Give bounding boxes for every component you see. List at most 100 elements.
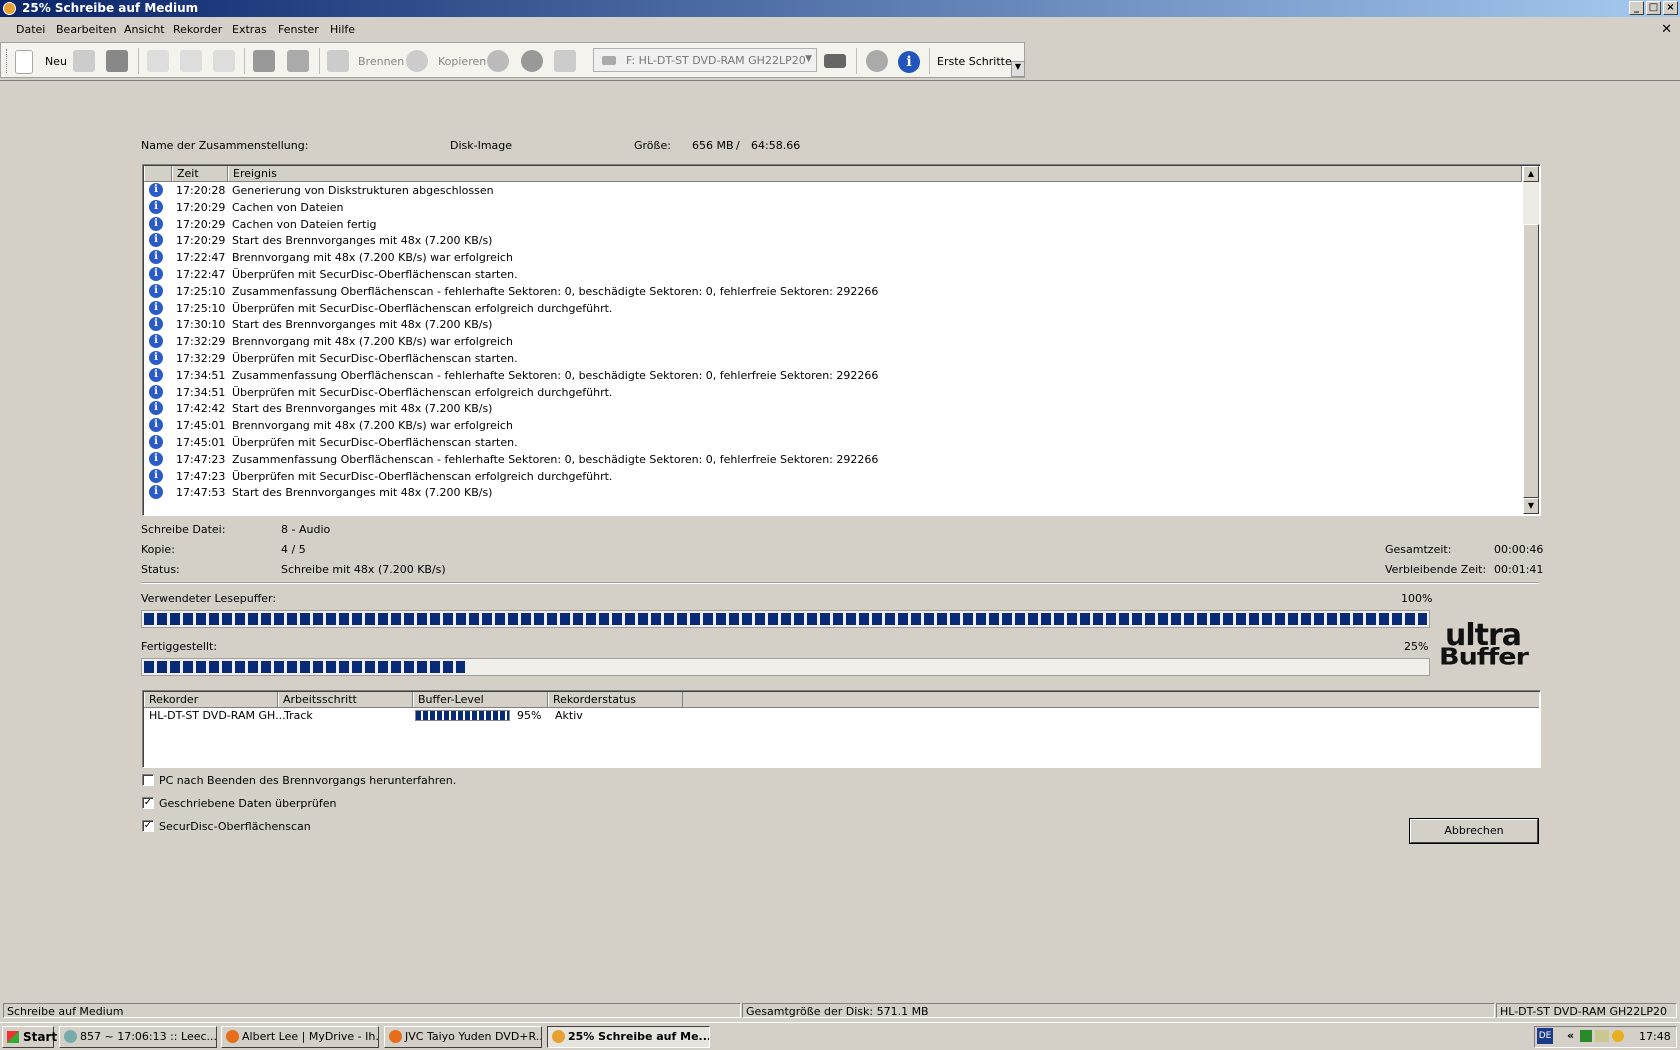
erase-icon[interactable] bbox=[554, 50, 576, 72]
buffer-level-column-header[interactable]: Buffer-Level bbox=[413, 692, 548, 707]
drive-tray-icon[interactable] bbox=[1595, 1030, 1609, 1042]
taskbar-item[interactable]: JVC Taiyo Yuden DVD+R... bbox=[384, 1026, 542, 1048]
window-title: 25% Schreibe auf Medium bbox=[22, 1, 199, 15]
burn-icon[interactable] bbox=[327, 50, 349, 72]
new-document-icon[interactable] bbox=[15, 50, 33, 74]
log-row[interactable]: i 17:20:29 Cachen von Dateien fertig bbox=[143, 216, 1523, 233]
taskbar-item-active[interactable]: 25% Schreibe auf Me... bbox=[547, 1026, 710, 1048]
securdisc-scan-checkbox[interactable]: ✓ bbox=[142, 820, 154, 832]
recorder-column-header[interactable]: Rekorder bbox=[144, 692, 278, 707]
log-row[interactable]: i 17:42:42 Start des Brennvorganges mit 48… bbox=[143, 400, 1523, 417]
minimize-button[interactable]: _ bbox=[1629, 1, 1644, 15]
log-row[interactable]: i 17:47:23 Überprüfen mit SecurDisc-Oberfl… bbox=[143, 468, 1523, 485]
maximize-button[interactable]: □ bbox=[1646, 1, 1661, 15]
log-row[interactable]: i 17:45:01 Überprüfen mit SecurDisc-Oberfl… bbox=[143, 434, 1523, 451]
copy-button-label[interactable]: Kopieren bbox=[438, 55, 486, 68]
menu-datei[interactable]: Datei bbox=[16, 23, 45, 36]
scroll-down-icon[interactable]: ▼ bbox=[1523, 498, 1539, 514]
log-event: Überprüfen mit SecurDisc-Oberflächenscan… bbox=[232, 436, 518, 449]
menu-bearbeiten[interactable]: Bearbeiten bbox=[56, 23, 116, 36]
menu-fenster[interactable]: Fenster bbox=[278, 23, 319, 36]
log-event: Start des Brennvorganges mit 48x (7.200 … bbox=[232, 234, 493, 248]
log-row[interactable]: i 17:20:29 Cachen von Dateien bbox=[143, 199, 1523, 216]
scroll-thumb[interactable] bbox=[1523, 224, 1539, 498]
info-icon[interactable]: i bbox=[898, 51, 920, 73]
recorder-status-column-header[interactable]: Rekorderstatus bbox=[548, 692, 683, 707]
log-row[interactable]: i 17:34:51 Überprüfen mit SecurDisc-Oberfl… bbox=[143, 384, 1523, 401]
tray-expand-icon[interactable]: « bbox=[1567, 1029, 1574, 1042]
log-row[interactable]: i 17:20:28 Generierung von Diskstrukturen … bbox=[143, 182, 1523, 199]
log-row[interactable]: i 17:32:29 Überprüfen mit SecurDisc-Oberfl… bbox=[143, 350, 1523, 367]
log-time: 17:20:29 bbox=[176, 217, 226, 231]
event-log[interactable]: Zeit Ereignis i 17:20:28 Generierung von D… bbox=[142, 164, 1541, 516]
abort-button[interactable]: Abbrechen bbox=[1410, 819, 1538, 843]
drive-options-icon[interactable] bbox=[824, 54, 846, 68]
verify-data-label[interactable]: Geschriebene Daten überprüfen bbox=[159, 797, 336, 810]
log-event: Start des Brennvorganges mit 48x (7.200 … bbox=[232, 486, 493, 500]
status-bar-recorder: HL-DT-ST DVD-RAM GH22LP20 bbox=[1496, 1003, 1677, 1018]
taskbar-item[interactable]: Albert Lee | MyDrive - Ih... bbox=[221, 1026, 379, 1048]
securdisc-scan-label[interactable]: SecurDisc-Oberflächenscan bbox=[159, 820, 311, 833]
log-row[interactable]: i 17:22:47 Überprüfen mit SecurDisc-Oberfl… bbox=[143, 266, 1523, 283]
log-row[interactable]: i 17:47:53 Start des Brennvorganges mit 48… bbox=[143, 484, 1523, 501]
shutdown-checkbox[interactable] bbox=[142, 774, 154, 786]
mdi-close-icon[interactable]: ✕ bbox=[1661, 22, 1672, 37]
toolbar-overflow-icon[interactable]: ▼ bbox=[1011, 61, 1025, 77]
start-button[interactable]: Start bbox=[2, 1026, 57, 1048]
event-log-scrollbar[interactable]: ▲ ▼ bbox=[1523, 166, 1539, 514]
menu-rekorder[interactable]: Rekorder bbox=[173, 23, 222, 36]
nero-tray-icon[interactable] bbox=[1612, 1030, 1624, 1042]
log-row[interactable]: i 17:34:51 Zusammenfassung Oberflächenscan… bbox=[143, 367, 1523, 384]
open-icon[interactable] bbox=[73, 50, 95, 72]
menu-hilfe[interactable]: Hilfe bbox=[330, 23, 355, 36]
first-steps-label[interactable]: Erste Schritte bbox=[937, 55, 1012, 68]
paste-icon[interactable] bbox=[213, 50, 235, 72]
toolbar-grip[interactable] bbox=[6, 49, 10, 73]
log-time: 17:25:10 bbox=[176, 301, 226, 315]
save-icon[interactable] bbox=[106, 50, 128, 72]
cut-icon[interactable] bbox=[147, 50, 169, 72]
recorder-table[interactable]: Rekorder Arbeitsschritt Buffer-Level Rek… bbox=[142, 690, 1541, 768]
network-icon[interactable] bbox=[1580, 1030, 1592, 1042]
verify-data-checkbox[interactable]: ✓ bbox=[142, 797, 154, 809]
time-column-header[interactable]: Zeit bbox=[172, 166, 228, 181]
log-row[interactable]: i 17:20:29 Start des Brennvorganges mit 48… bbox=[143, 232, 1523, 249]
shutdown-label[interactable]: PC nach Beenden des Brennvorgangs herunt… bbox=[159, 774, 456, 787]
menu-extras[interactable]: Extras bbox=[232, 23, 267, 36]
taskbar-item[interactable]: 857 ~ 17:06:13 :: Leec... bbox=[59, 1026, 217, 1048]
recorder-buffer-bar bbox=[415, 710, 510, 721]
log-row[interactable]: i 17:25:10 Zusammenfassung Oberflächenscan… bbox=[143, 283, 1523, 300]
taskbar-item-label: 25% Schreibe auf Me... bbox=[568, 1030, 710, 1043]
toolbar-separator bbox=[138, 48, 139, 74]
log-row[interactable]: i 17:32:29 Brennvorgang mit 48x (7.200 KB/… bbox=[143, 333, 1523, 350]
drive-icon bbox=[602, 56, 616, 65]
new-button-label[interactable]: Neu bbox=[45, 55, 67, 68]
buffer-percent: 100% bbox=[1401, 592, 1433, 605]
copy-disc-icon[interactable] bbox=[406, 50, 428, 72]
scroll-up-icon[interactable]: ▲ bbox=[1523, 166, 1539, 182]
library-icon[interactable] bbox=[253, 50, 275, 72]
toolbar: Neu Brennen Kopieren F: HL-DT-ST DVD-RAM… bbox=[0, 42, 1025, 78]
log-row[interactable]: i 17:25:10 Überprüfen mit SecurDisc-Oberfl… bbox=[143, 300, 1523, 317]
burn-button-label[interactable]: Brennen bbox=[358, 55, 404, 68]
log-time: 17:47:23 bbox=[176, 469, 226, 483]
menu-ansicht[interactable]: Ansicht bbox=[124, 23, 165, 36]
log-row[interactable]: i 17:30:10 Start des Brennvorganges mit 48… bbox=[143, 316, 1523, 333]
log-row[interactable]: i 17:22:47 Brennvorgang mit 48x (7.200 KB/… bbox=[143, 249, 1523, 266]
icon-column-header[interactable] bbox=[144, 166, 172, 181]
log-row[interactable]: i 17:45:01 Brennvorgang mit 48x (7.200 KB/… bbox=[143, 417, 1523, 434]
eject-icon[interactable] bbox=[521, 50, 543, 72]
update-icon[interactable] bbox=[866, 50, 888, 72]
disc-info-icon[interactable] bbox=[487, 50, 509, 72]
firefox-icon bbox=[226, 1030, 239, 1043]
recorder-step: Track bbox=[284, 709, 313, 722]
close-button[interactable]: × bbox=[1663, 1, 1678, 15]
recorder-properties-icon[interactable] bbox=[287, 50, 309, 72]
log-row[interactable]: i 17:47:23 Zusammenfassung Oberflächenscan… bbox=[143, 451, 1523, 468]
taskbar-item-label: 857 ~ 17:06:13 :: Leec... bbox=[80, 1030, 217, 1043]
copy-icon[interactable] bbox=[180, 50, 202, 72]
step-column-header[interactable]: Arbeitsschritt bbox=[278, 692, 413, 707]
drive-select[interactable]: F: HL-DT-ST DVD-RAM GH22LP20 ▼ bbox=[593, 48, 817, 72]
event-column-header[interactable]: Ereignis bbox=[228, 166, 1522, 181]
write-file-value: 8 - Audio bbox=[281, 523, 331, 536]
